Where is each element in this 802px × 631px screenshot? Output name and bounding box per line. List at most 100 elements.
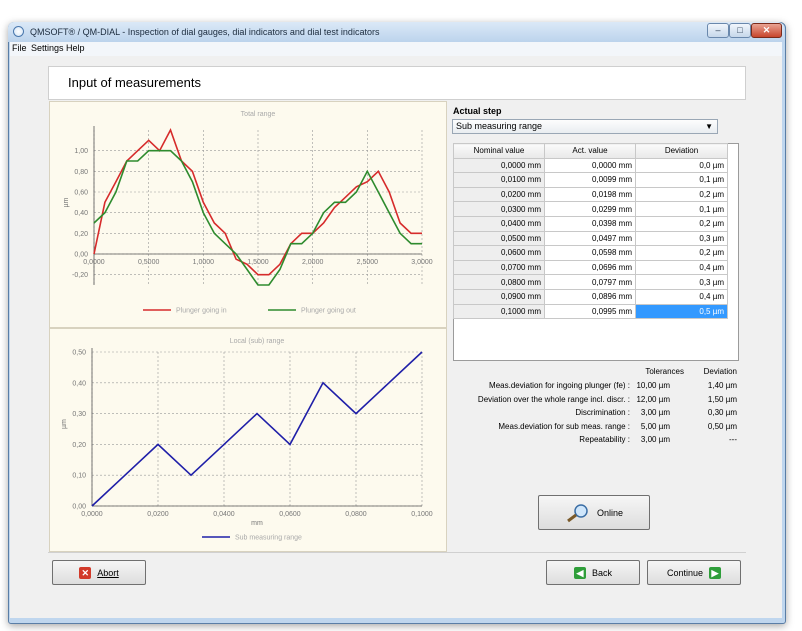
- x-tick-label: 2,5000: [357, 259, 379, 266]
- cell-deviation[interactable]: 0,4 µm: [635, 288, 728, 305]
- y-tick-label: 0,30: [72, 411, 86, 418]
- x-tick-label: 0,0400: [213, 511, 235, 518]
- tol-label: Deviation over the whole range incl. dis…: [477, 394, 630, 404]
- page-title: Input of measurements: [68, 75, 201, 90]
- x-tick-label: 0,0800: [345, 511, 367, 518]
- table-row[interactable]: 0,0900 mm 0,0896 mm 0,4 µm: [453, 288, 728, 305]
- y-axis-label: µm: [63, 197, 70, 207]
- cell-actual[interactable]: 0,0497 mm: [544, 230, 636, 247]
- legend-label: Plunger going in: [176, 308, 227, 315]
- col-actual[interactable]: Act. value: [544, 143, 636, 159]
- deviation-header: Deviation: [703, 367, 737, 376]
- x-tick-label: 0,0000: [81, 511, 103, 518]
- cell-deviation[interactable]: 0,4 µm: [635, 259, 728, 276]
- table-row[interactable]: 0,0000 mm 0,0000 mm 0,0 µm: [453, 157, 728, 174]
- cell-actual[interactable]: 0,0995 mm: [544, 303, 636, 320]
- actual-step-label: Actual step: [453, 106, 502, 116]
- table-row[interactable]: 0,0500 mm 0,0497 mm 0,3 µm: [453, 230, 728, 247]
- tolerances-header: Tolerances: [645, 367, 684, 376]
- footer-panel: [48, 552, 746, 593]
- total-range-plot: Total range -0,20 0,00 0,20 0,40 0,60 0,80 1,00…: [63, 111, 433, 315]
- cell-actual[interactable]: 0,0696 mm: [544, 259, 636, 276]
- cell-nominal: 0,0300 mm: [453, 201, 545, 217]
- y-tick-label: -0,20: [72, 272, 88, 279]
- cell-deviation[interactable]: 0,3 µm: [635, 274, 728, 290]
- close-button[interactable]: ✕: [751, 23, 782, 38]
- y-tick-label: 1,00: [74, 148, 88, 155]
- app-icon: [13, 26, 24, 37]
- cell-actual[interactable]: 0,0000 mm: [544, 157, 636, 174]
- y-tick-label: 0,60: [74, 190, 88, 197]
- table-row[interactable]: 0,0200 mm 0,0198 mm 0,2 µm: [453, 186, 728, 203]
- table-row[interactable]: 0,0600 mm 0,0598 mm 0,2 µm: [453, 245, 728, 261]
- table-row[interactable]: 0,0400 mm 0,0398 mm 0,2 µm: [453, 215, 728, 232]
- table-row[interactable]: 0,0100 mm 0,0099 mm 0,1 µm: [453, 172, 728, 188]
- x-tick-label: 0,0600: [279, 511, 301, 518]
- cell-deviation[interactable]: 0,5 µm: [635, 303, 728, 320]
- cell-nominal: 0,0900 mm: [453, 288, 545, 305]
- x-tick-label: 1,5000: [247, 259, 269, 266]
- total-range-chart: Total range -0,20 0,00 0,20 0,40 0,60 0,80 1,00…: [49, 101, 447, 328]
- table-row[interactable]: 0,1000 mm 0,0995 mm 0,5 µm: [453, 303, 728, 320]
- series-line-1: [91, 351, 423, 507]
- minimize-button[interactable]: –: [707, 23, 729, 38]
- menu-help[interactable]: Help: [66, 43, 85, 53]
- abort-button[interactable]: ✕ Abort: [52, 560, 146, 585]
- sub-range-plot: Local (sub) range 0,00 0,10 0,20 0,30 0,40 0,5…: [61, 338, 433, 542]
- table-row[interactable]: 0,0700 mm 0,0696 mm 0,4 µm: [453, 259, 728, 276]
- measurements-table: Nominal value Act. value Deviation 0,000…: [453, 143, 728, 320]
- tol-deviation: 1,40 µm: [707, 381, 737, 390]
- cell-actual[interactable]: 0,0299 mm: [544, 201, 636, 217]
- cell-nominal: 0,0000 mm: [453, 157, 545, 174]
- tol-label: Meas.deviation for sub meas. range :: [498, 421, 630, 431]
- cell-deviation[interactable]: 0,2 µm: [635, 186, 728, 203]
- cell-actual[interactable]: 0,0797 mm: [544, 274, 636, 290]
- tol-value: 3,00 µm: [640, 435, 670, 444]
- col-nominal[interactable]: Nominal value: [453, 143, 545, 159]
- cell-deviation[interactable]: 0,1 µm: [635, 201, 728, 217]
- x-tick-label: 3,0000: [411, 259, 433, 266]
- col-deviation[interactable]: Deviation: [635, 143, 728, 159]
- menu-file[interactable]: File: [12, 43, 27, 53]
- chart-title: Local (sub) range: [230, 338, 285, 345]
- abort-label: Abort: [97, 567, 119, 578]
- cell-nominal: 0,0500 mm: [453, 230, 545, 247]
- cell-deviation[interactable]: 0,2 µm: [635, 245, 728, 261]
- cell-nominal: 0,1000 mm: [453, 303, 545, 320]
- cell-actual[interactable]: 0,0099 mm: [544, 172, 636, 188]
- table-row[interactable]: 0,0800 mm 0,0797 mm 0,3 µm: [453, 274, 728, 290]
- tol-deviation: 1,50 µm: [707, 394, 737, 404]
- continue-button[interactable]: Continue ▶: [647, 560, 741, 585]
- actual-step-select[interactable]: Sub measuring range ▼: [452, 119, 718, 134]
- x-tick-label: 2,0000: [302, 259, 324, 266]
- back-button[interactable]: ◀ Back: [546, 560, 640, 585]
- back-label: Back: [591, 567, 612, 578]
- cell-actual[interactable]: 0,0896 mm: [544, 288, 636, 305]
- cell-actual[interactable]: 0,0398 mm: [544, 215, 636, 232]
- online-button[interactable]: Online: [538, 495, 650, 530]
- maximize-button[interactable]: □: [729, 23, 751, 38]
- y-tick-label: 0,00: [74, 252, 88, 259]
- window-title: QMSOFT® / QM-DIAL - Inspection of dial g…: [30, 27, 380, 37]
- tol-value: 5,00 µm: [640, 421, 670, 431]
- cell-deviation[interactable]: 0,0 µm: [635, 157, 728, 174]
- tol-value: 12,00 µm: [636, 394, 670, 404]
- y-tick-label: 0,20: [72, 442, 86, 449]
- y-tick-label: 0,20: [74, 231, 88, 238]
- y-axis-label: µm: [61, 419, 68, 429]
- cell-actual[interactable]: 0,0198 mm: [544, 186, 636, 203]
- cell-deviation[interactable]: 0,1 µm: [635, 172, 728, 188]
- table-row[interactable]: 0,0300 mm 0,0299 mm 0,1 µm: [453, 201, 728, 217]
- x-axis-label: mm: [251, 520, 263, 527]
- menu-settings[interactable]: Settings: [31, 43, 64, 53]
- legend-label: Sub measuring range: [235, 535, 302, 542]
- tol-deviation: ---: [729, 435, 737, 444]
- chart-title: Total range: [241, 111, 276, 118]
- cell-deviation[interactable]: 0,3 µm: [635, 230, 728, 247]
- chevron-down-icon[interactable]: ▼: [705, 120, 713, 133]
- cell-actual[interactable]: 0,0598 mm: [544, 245, 636, 261]
- tol-deviation: 0,30 µm: [707, 408, 737, 417]
- cell-deviation[interactable]: 0,2 µm: [635, 215, 728, 232]
- table-header-row: Nominal value Act. value Deviation: [453, 143, 728, 159]
- legend-label: Plunger going out: [301, 308, 356, 315]
